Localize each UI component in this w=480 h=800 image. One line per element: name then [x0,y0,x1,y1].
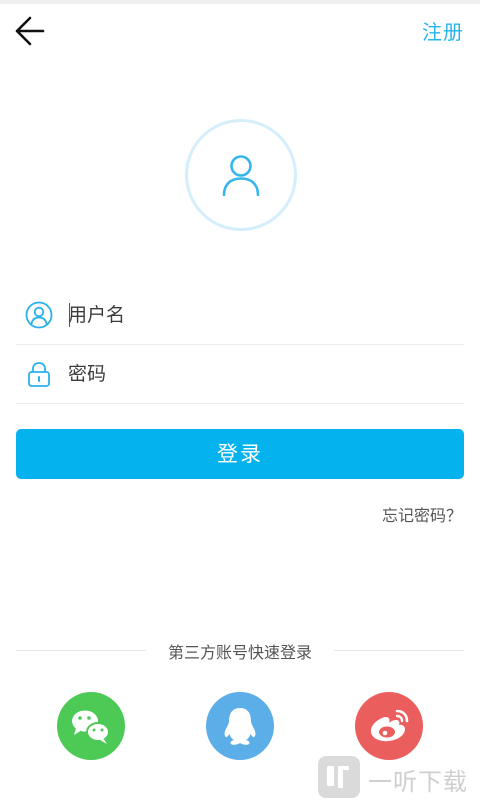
weibo-icon [370,709,409,742]
status-bar-strip [0,0,480,4]
user-icon [222,155,260,196]
watermark-logo [318,756,360,798]
password-row [16,345,464,404]
wechat-login-button[interactable] [57,692,125,760]
register-link[interactable]: 注册 [422,16,464,45]
qq-login-button[interactable] [206,692,274,760]
login-button[interactable]: 登录 [16,429,464,479]
divider-left [16,650,146,651]
third-party-login-label: 第三方账号快速登录 [167,643,312,662]
lock-icon [25,360,53,388]
watermark-text: 一听下载 [368,768,468,796]
avatar [185,119,297,231]
user-circle-icon [25,301,53,329]
wechat-icon [72,710,110,744]
forgot-password-link[interactable]: 忘记密码？ [382,502,462,526]
weibo-login-button[interactable] [355,692,423,760]
back-button[interactable] [12,14,48,48]
qq-icon [224,708,256,745]
username-row [16,286,464,345]
arrow-left-icon [15,16,45,46]
password-input[interactable] [68,354,448,394]
username-input[interactable] [68,295,448,335]
watermark: 一听下载 [318,756,478,798]
divider-right [334,650,464,651]
text-caret [69,303,70,327]
login-screen: 注册 登录 忘记密码？ 第三方账号快速登录 [0,0,480,800]
